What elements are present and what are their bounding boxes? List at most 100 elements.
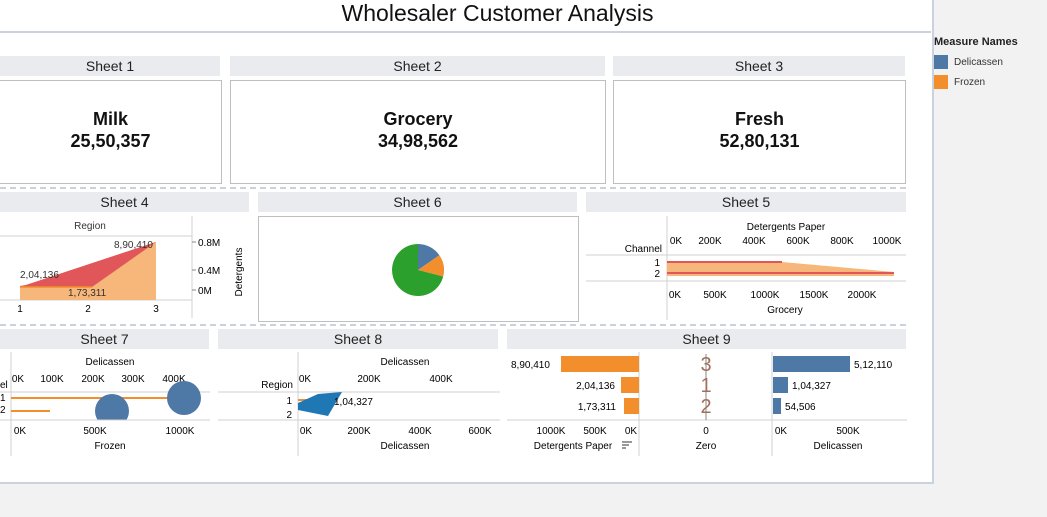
sheet8-bottom-axis-title: Delicassen <box>381 441 430 452</box>
sheet8-top-tick-2: 400K <box>429 374 453 385</box>
legend-item-frozen[interactable]: Frozen <box>934 72 1047 92</box>
sheet7-row-2: 2 <box>0 405 6 416</box>
sheet8-top-tick-0: 0K <box>299 374 312 385</box>
sheet5-bottom-tick-1: 500K <box>703 290 727 301</box>
sheet5-top-tick-1: 200K <box>698 236 722 247</box>
sheet8-chart[interactable]: Delicassen 0K 200K 400K Region 1 2 1,04,… <box>218 350 500 456</box>
sheet7-top-tick-1: 100K <box>40 374 64 385</box>
sheet7-top-tick-2: 200K <box>81 374 105 385</box>
sheet4-area-chart[interactable]: Region 8,90,410 2,04,136 1,73,311 1 2 3 … <box>0 214 252 318</box>
row-separator-2 <box>0 324 906 326</box>
sheet5-bottom-tick-2: 1000K <box>751 290 780 301</box>
sheet7-chart[interactable]: Delicassen 0K 100K 200K 300K 400K el 1 2… <box>0 350 210 456</box>
sheet9-header[interactable]: Sheet 9 <box>507 329 906 349</box>
sheet9-mid-label-1: 3 <box>700 354 711 376</box>
sheet7-top-axis-title: Delicassen <box>86 357 135 368</box>
sheet6-header[interactable]: Sheet 6 <box>258 192 577 212</box>
legend-title: Measure Names <box>934 36 1018 48</box>
sheet6-pie-chart[interactable] <box>390 242 446 298</box>
sheet7-bottom-axis-title: Frozen <box>94 441 125 452</box>
sheet5-top-tick-5: 1000K <box>873 236 902 247</box>
sheet1-kpi-value: 25,50,357 <box>70 131 151 151</box>
sheet9-right-axis-title: Delicassen <box>814 441 863 452</box>
measure-names-legend[interactable]: Measure Names Delicassen Frozen <box>934 36 1047 92</box>
sheet7-header[interactable]: Sheet 7 <box>0 329 209 349</box>
sheet8-bar-label: 1,04,327 <box>334 397 373 408</box>
sheet1-header[interactable]: Sheet 1 <box>0 56 220 76</box>
sheet8-header[interactable]: Sheet 8 <box>218 329 498 349</box>
sheet4-label-mid: 2,04,136 <box>20 270 59 281</box>
sheet9-right-label-2: 1,04,327 <box>792 381 831 392</box>
sheet9-left-bar-3[interactable] <box>624 398 639 414</box>
sheet8-top-tick-1: 200K <box>357 374 381 385</box>
sheet4-label-min: 1,73,311 <box>68 288 107 299</box>
sheet9-left-label-3: 1,73,311 <box>578 402 617 413</box>
sheet8-row-2: 2 <box>286 410 292 421</box>
sheet4-y-tick-0: 0.8M <box>198 238 220 249</box>
sheet4-x-tick-2: 2 <box>85 304 91 315</box>
sheet9-right-bar-3[interactable] <box>773 398 781 414</box>
sheet4-header[interactable]: Sheet 4 <box>0 192 249 212</box>
sheet8-top-axis-title: Delicassen <box>381 357 430 368</box>
sheet9-right-label-1: 5,12,110 <box>854 360 893 371</box>
sheet4-y-tick-2: 0M <box>198 286 212 297</box>
sheet4-x-tick-1: 1 <box>17 304 23 315</box>
sheet7-bubble-2[interactable] <box>167 381 201 415</box>
sheet5-top-axis-title: Detergents Paper <box>747 222 826 233</box>
sheet8-row-title: Region <box>261 380 293 391</box>
sheet8-bottom-tick-2: 400K <box>408 426 432 437</box>
sheet4-x-tick-3: 3 <box>153 304 159 315</box>
sheet7-row-title: el <box>0 380 8 391</box>
sheet9-right-bar-1[interactable] <box>773 356 850 372</box>
legend-label-delicassen: Delicassen <box>954 56 1003 68</box>
sheet2-header[interactable]: Sheet 2 <box>230 56 605 76</box>
sheet5-chart[interactable]: Detergents Paper 0K 200K 400K 600K 800K … <box>586 214 906 320</box>
sheet3-kpi-name: Fresh <box>734 109 785 129</box>
sheet7-top-tick-3: 300K <box>121 374 145 385</box>
sheet2-kpi-card[interactable]: Grocery 34,98,562 <box>230 80 606 184</box>
sheet9-right-bar-2[interactable] <box>773 377 788 393</box>
sheet9-left-tick-2: 0K <box>625 426 638 437</box>
legend-item-delicassen[interactable]: Delicassen <box>934 52 1047 72</box>
sheet3-kpi-value: 52,80,131 <box>719 131 800 151</box>
sheet8-bottom-tick-1: 200K <box>347 426 371 437</box>
sheet9-right-tick-0: 0K <box>775 426 788 437</box>
legend-swatch-frozen <box>934 75 948 89</box>
sheet5-top-tick-2: 400K <box>742 236 766 247</box>
sheet9-mid-label-2: 1 <box>700 375 711 397</box>
legend-label-frozen: Frozen <box>954 76 986 88</box>
sheet5-header[interactable]: Sheet 5 <box>586 192 906 212</box>
sheet9-chart[interactable]: 8,90,410 2,04,136 1,73,311 3 1 2 5,12,11… <box>507 350 907 456</box>
sheet5-bottom-tick-3: 1500K <box>800 290 829 301</box>
sheet4-y-axis-title: Detergents <box>234 248 245 297</box>
sheet9-mid-label-3: 2 <box>700 396 711 418</box>
sheet9-right-label-3: 54,506 <box>785 402 816 413</box>
sheet4-y-tick-1: 0.4M <box>198 266 220 277</box>
sheet4-label-max: 8,90,410 <box>114 240 153 251</box>
sheet9-left-bar-1[interactable] <box>561 356 639 372</box>
sheet9-left-tick-0: 1000K <box>537 426 566 437</box>
sheet7-bottom-tick-1: 500K <box>83 426 107 437</box>
sheet9-left-axis-title: Detergents Paper <box>534 441 613 452</box>
sheet8-bottom-tick-3: 600K <box>468 426 492 437</box>
sheet9-left-label-1: 8,90,410 <box>511 360 550 371</box>
sheet1-kpi-card[interactable]: Milk 25,50,357 <box>0 80 222 184</box>
sheet4-region-title: Region <box>74 221 106 232</box>
sheet3-kpi-card[interactable]: Fresh 52,80,131 <box>613 80 906 184</box>
sheet9-right-tick-1: 500K <box>836 426 860 437</box>
sheet7-row-1: 1 <box>0 393 6 404</box>
sheet7-bottom-tick-0: 0K <box>14 426 27 437</box>
sheet5-top-tick-0: 0K <box>670 236 683 247</box>
sheet5-bottom-tick-4: 2000K <box>848 290 877 301</box>
sheet2-kpi-name: Grocery <box>383 109 453 129</box>
sheet2-kpi-value: 34,98,562 <box>377 131 459 151</box>
dashboard-title: Wholesaler Customer Analysis <box>341 0 654 26</box>
sheet5-bottom-tick-0: 0K <box>669 290 682 301</box>
sheet9-mid-axis-title: Zero <box>696 441 717 452</box>
sheet9-left-bar-2[interactable] <box>621 377 639 393</box>
sort-icon[interactable] <box>622 441 632 449</box>
sheet7-bottom-tick-2: 1000K <box>166 426 195 437</box>
sheet8-row-1: 1 <box>286 396 292 407</box>
sheet9-mid-tick: 0 <box>703 426 709 437</box>
sheet3-header[interactable]: Sheet 3 <box>613 56 905 76</box>
